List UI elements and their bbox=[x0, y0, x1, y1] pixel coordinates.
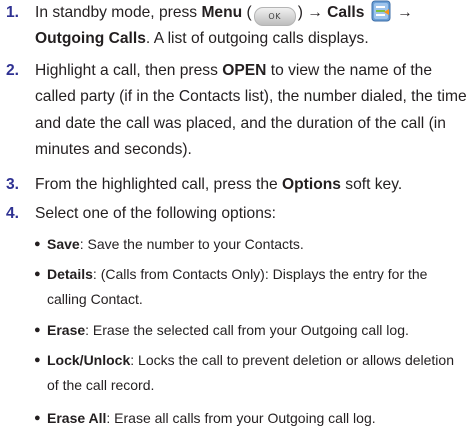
option-desc: : Erase the selected call from your Outg… bbox=[85, 322, 409, 338]
bullet-icon: ● bbox=[34, 354, 41, 366]
calls-menu-icon bbox=[371, 0, 391, 22]
calls-label: Calls bbox=[327, 4, 365, 21]
step-text-part: Select one of the following options: bbox=[35, 205, 276, 222]
menu-key-label: Menu bbox=[201, 4, 243, 21]
open-key-label: OPEN bbox=[222, 62, 267, 79]
step-number: 1. bbox=[6, 4, 20, 21]
outgoing-calls-label: Outgoing Calls bbox=[35, 30, 146, 48]
option-term: Erase bbox=[47, 322, 86, 338]
option-desc: : Save the number to your Contacts. bbox=[79, 236, 304, 252]
paren-close: ) → bbox=[297, 4, 328, 21]
step-text: From the highlighted call, press the Opt… bbox=[35, 172, 467, 198]
step-text-part: Highlight a call, then press bbox=[35, 62, 223, 79]
option-desc: : (Calls from Contacts Only): Displays t… bbox=[47, 266, 428, 308]
step-text: Select one of the following options: bbox=[35, 201, 467, 227]
step-number: 4. bbox=[6, 205, 20, 222]
bullet-icon: ● bbox=[34, 268, 41, 280]
option-term: Lock/Unlock bbox=[47, 352, 131, 368]
paren-open: ( bbox=[242, 4, 252, 21]
ok-key-icon: OK bbox=[253, 7, 296, 26]
step-text-part: soft key. bbox=[340, 176, 403, 193]
option-term: Erase All bbox=[47, 410, 107, 426]
bullet-icon: ● bbox=[34, 324, 41, 336]
bullet-icon: ● bbox=[34, 412, 41, 424]
step-text: Highlight a call, then press OPEN to vie… bbox=[35, 58, 467, 163]
step-text: In standby mode, press Menu (OK) → Calls… bbox=[35, 0, 467, 53]
step-text-part: . A list of outgoing calls displays. bbox=[145, 30, 369, 48]
options-key-label: Options bbox=[282, 176, 341, 193]
option-term: Save bbox=[47, 236, 80, 252]
step-text-part: From the highlighted call, press the bbox=[35, 176, 283, 193]
step-number: 3. bbox=[6, 176, 20, 193]
page: 1. In standby mode, press Menu (OK) → Ca… bbox=[0, 0, 472, 443]
option-term: Details bbox=[47, 266, 93, 282]
arrow: → bbox=[392, 4, 413, 21]
step-text-part: In standby mode, press bbox=[35, 4, 202, 21]
option-desc: : Erase all calls from your Outgoing cal… bbox=[106, 410, 376, 426]
bullet-icon: ● bbox=[34, 238, 41, 250]
step-number: 2. bbox=[6, 62, 20, 79]
